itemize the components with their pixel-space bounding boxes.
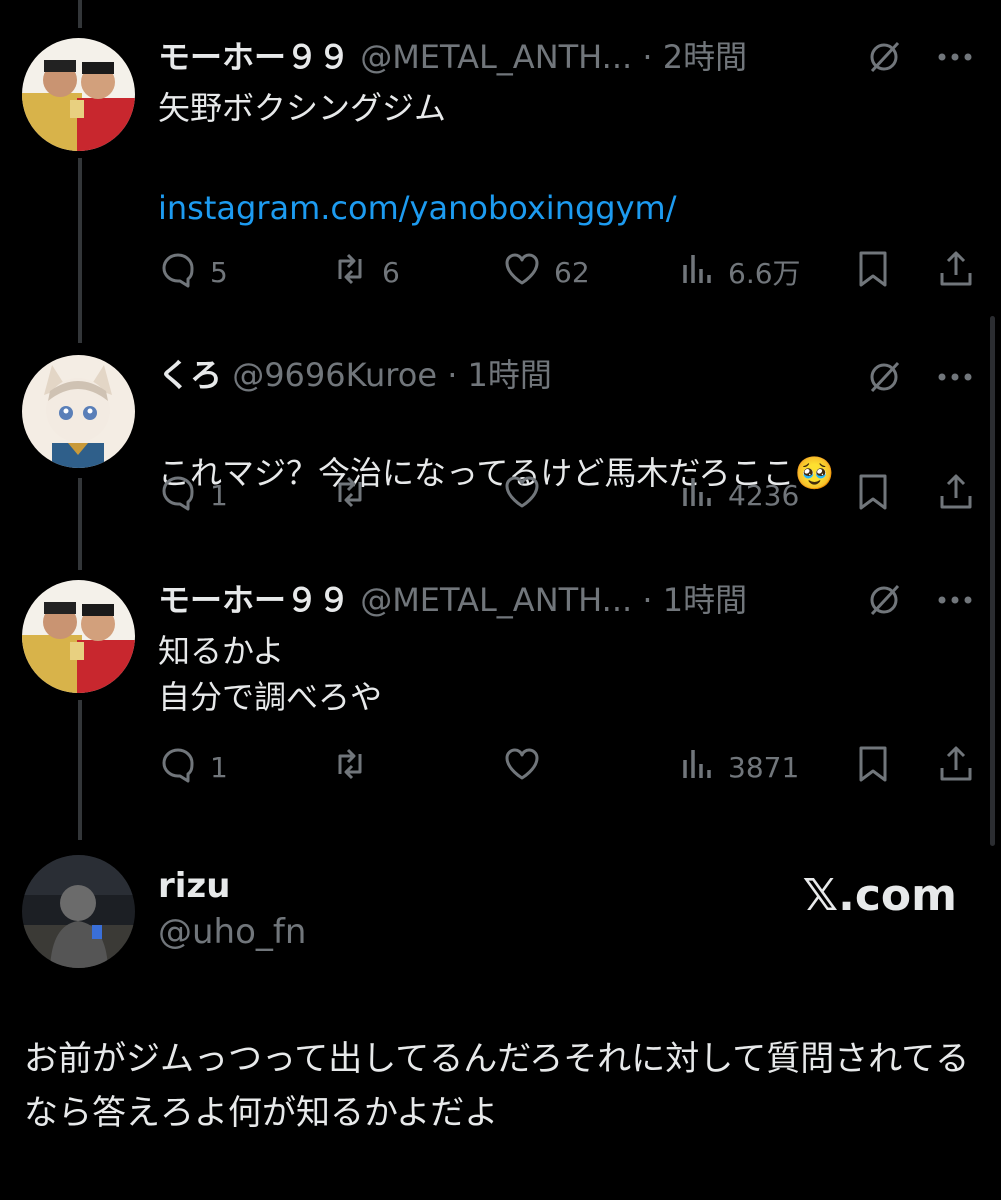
reply-count: 1	[210, 750, 228, 784]
tweet-text: 矢野ボクシングジム	[158, 89, 447, 127]
grok-icon[interactable]	[865, 358, 903, 396]
retweet-icon	[330, 472, 370, 519]
reply-button[interactable]: 5	[158, 249, 330, 296]
views-count: 4236	[728, 478, 800, 512]
tweet-header: モーホー９９ @METAL_ANTH... · 2時間	[158, 37, 861, 77]
views-icon	[680, 249, 716, 296]
views-button[interactable]: 6.6万	[680, 249, 852, 296]
views-icon	[680, 472, 716, 519]
share-button[interactable]	[937, 744, 975, 791]
display-name[interactable]: くろ	[158, 356, 222, 394]
retweet-button[interactable]	[330, 472, 502, 519]
tweet-actions: 1 3871	[158, 745, 975, 789]
avatar[interactable]	[22, 580, 135, 693]
avatar[interactable]	[22, 38, 135, 151]
avatar-image	[22, 580, 135, 693]
like-icon	[502, 249, 542, 296]
reply-count: 1	[210, 478, 228, 512]
grok-icon[interactable]	[865, 581, 903, 619]
views-count: 3871	[728, 750, 800, 784]
views-icon	[680, 744, 716, 791]
retweet-button[interactable]: 6	[330, 249, 502, 296]
like-button[interactable]	[502, 744, 680, 791]
retweet-icon	[330, 249, 370, 296]
tweet-menu	[865, 357, 973, 397]
timestamp[interactable]: 1時間	[663, 581, 747, 619]
more-icon[interactable]	[937, 372, 973, 382]
tweet-actions: 5 6 62 6.6万	[158, 250, 975, 294]
tweet-header: くろ @9696Kuroe · 1時間	[158, 355, 861, 395]
share-icon	[937, 472, 975, 519]
separator-dot: ·	[447, 356, 458, 394]
card-avatar[interactable]	[22, 855, 135, 968]
grok-icon[interactable]	[865, 38, 903, 76]
more-icon[interactable]	[937, 595, 973, 605]
avatar[interactable]	[22, 355, 135, 468]
share-icon	[937, 249, 975, 296]
tweet-menu	[865, 37, 973, 77]
avatar-image	[22, 38, 135, 151]
user-handle[interactable]: @METAL_ANTH...	[360, 581, 632, 619]
bookmark-button[interactable]	[855, 249, 891, 296]
bookmark-button[interactable]	[855, 472, 891, 519]
share-button[interactable]	[937, 249, 975, 296]
reply-count: 5	[210, 255, 228, 289]
more-icon[interactable]	[937, 52, 973, 62]
bookmark-icon	[855, 744, 891, 791]
tweet[interactable]: くろ @9696Kuroe · 1時間 これマジ？今治になってるけど馬木だろここ…	[0, 340, 1001, 540]
like-icon	[502, 472, 542, 519]
bookmark-button[interactable]	[855, 744, 891, 791]
like-button[interactable]: 62	[502, 249, 680, 296]
timestamp[interactable]: 1時間	[468, 356, 552, 394]
like-icon	[502, 744, 542, 791]
avatar-image	[22, 355, 135, 468]
x-logo: 𝕏.com	[802, 870, 957, 921]
views-count: 6.6万	[728, 257, 801, 290]
separator-dot: ·	[642, 581, 653, 619]
tweet[interactable]: モーホー９９ @METAL_ANTH... · 2時間 矢野ボクシングジム in…	[0, 0, 1001, 320]
timestamp[interactable]: 2時間	[663, 38, 747, 76]
card-user-handle[interactable]: @uho_fn	[158, 912, 306, 952]
like-button[interactable]	[502, 472, 680, 519]
bookmark-icon	[855, 472, 891, 519]
avatar-image	[22, 855, 135, 968]
tweet-link[interactable]: instagram.com/yanoboxinggym/	[158, 185, 676, 231]
tweet-header: モーホー９９ @METAL_ANTH... · 1時間	[158, 580, 861, 620]
card-display-name[interactable]: rizu	[158, 866, 230, 906]
like-count: 62	[554, 255, 590, 289]
reply-icon	[158, 249, 198, 296]
tweet-text: 知るかよ 自分で調べろや	[158, 632, 383, 716]
display-name[interactable]: モーホー９９	[158, 38, 350, 76]
views-button[interactable]: 4236	[680, 472, 852, 519]
reply-icon	[158, 744, 198, 791]
share-icon	[937, 744, 975, 791]
user-handle[interactable]: @METAL_ANTH...	[360, 38, 632, 76]
retweet-icon	[330, 744, 370, 791]
user-handle[interactable]: @9696Kuroe	[232, 356, 437, 394]
retweet-count: 6	[382, 255, 400, 289]
reply-icon	[158, 472, 198, 519]
display-name[interactable]: モーホー９９	[158, 581, 350, 619]
card-text: お前がジムっつって出してるんだろそれに対して質問されてるなら答えろよ何が知るかよ…	[24, 1039, 970, 1133]
scrollbar[interactable]	[990, 316, 995, 846]
reply-button[interactable]: 1	[158, 744, 330, 791]
tweet-actions: 1 4236	[158, 473, 975, 517]
bookmark-icon	[855, 249, 891, 296]
reply-button[interactable]: 1	[158, 472, 330, 519]
share-button[interactable]	[937, 472, 975, 519]
views-button[interactable]: 3871	[680, 744, 852, 791]
tweet-menu	[865, 580, 973, 620]
tweet[interactable]: モーホー９９ @METAL_ANTH... · 1時間 知るかよ 自分で調べろや…	[0, 565, 1001, 805]
separator-dot: ·	[642, 38, 653, 76]
retweet-button[interactable]	[330, 744, 502, 791]
